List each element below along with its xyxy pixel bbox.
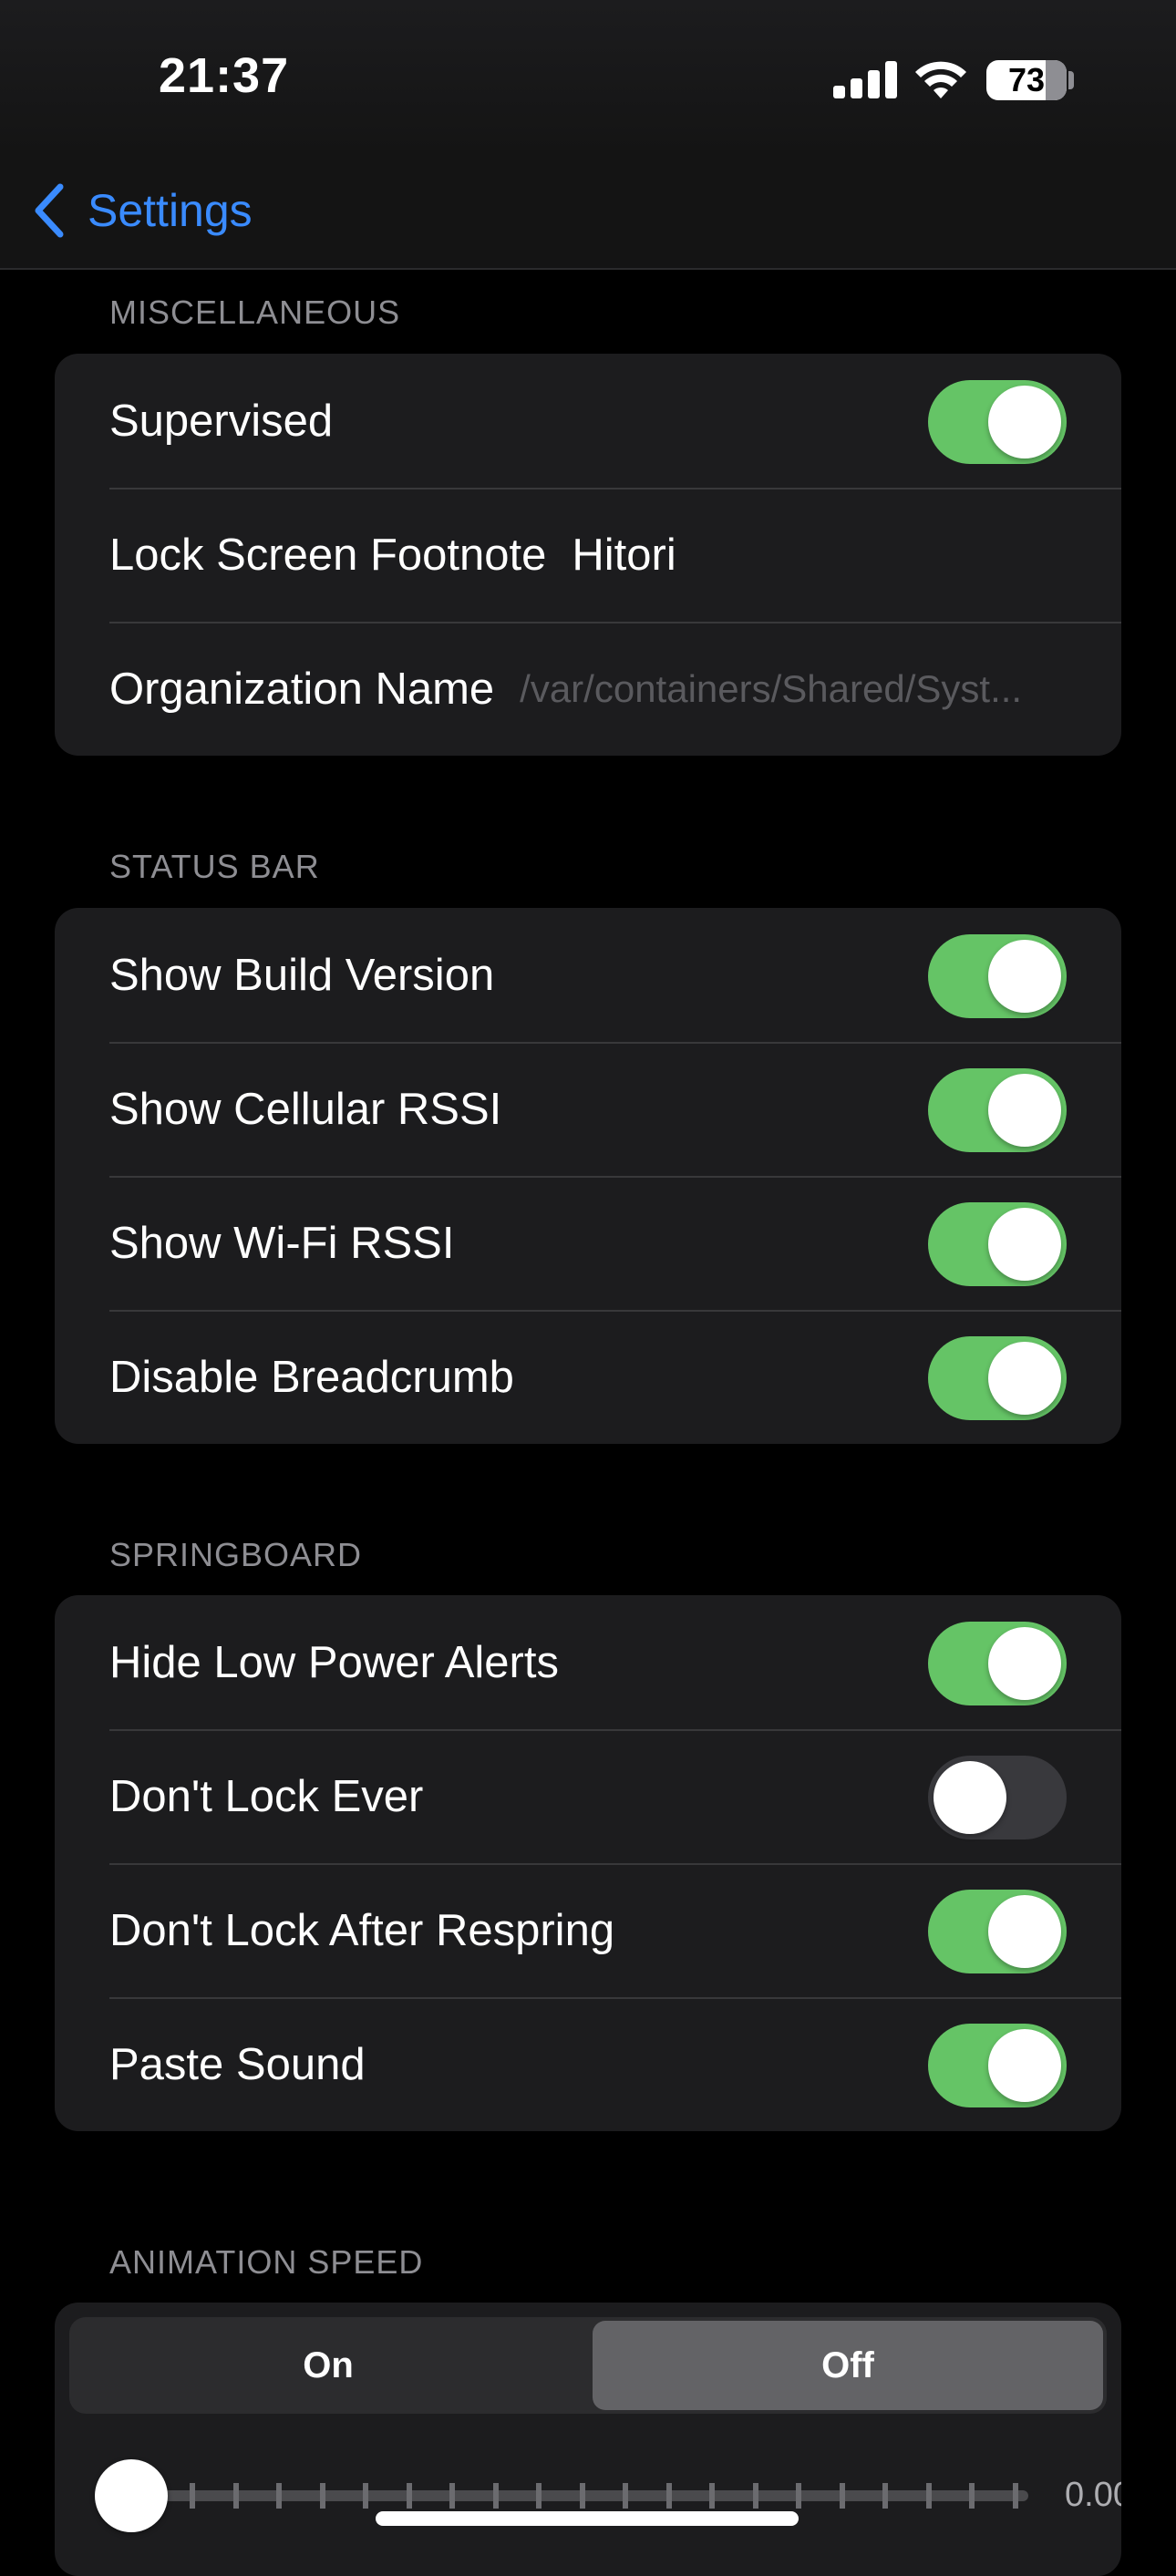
- row-dont-lock-after-respring: Don't Lock After Respring: [55, 1863, 1121, 1997]
- slider-tick: [969, 2483, 975, 2509]
- toggle-knob: [934, 1761, 1006, 1834]
- row-label: Show Build Version: [109, 950, 495, 1000]
- row-dont-lock-ever: Don't Lock Ever: [55, 1729, 1121, 1863]
- row-show-wifi-rssi: Show Wi-Fi RSSI: [55, 1176, 1121, 1310]
- slider-tick: [709, 2483, 715, 2509]
- cellular-signal-icon: [833, 60, 897, 98]
- slider-tick: [319, 2483, 325, 2509]
- row-disable-breadcrumb: Disable Breadcrumb: [55, 1310, 1121, 1444]
- row-show-build-version: Show Build Version: [55, 908, 1121, 1042]
- status-bar: 21:37 73: [0, 0, 1176, 155]
- slider-tick: [839, 2483, 845, 2509]
- dont-lock-after-respring-toggle[interactable]: [928, 1890, 1067, 1973]
- row-label: Organization Name: [109, 664, 495, 714]
- section-header-miscellaneous: MISCELLANEOUS: [109, 294, 401, 331]
- supervised-toggle[interactable]: [928, 380, 1067, 464]
- wifi-icon: [915, 61, 966, 98]
- slider-thumb[interactable]: [95, 2459, 168, 2532]
- animation-speed-group: On Off 0.00: [55, 2303, 1121, 2576]
- toggle-knob: [988, 1342, 1061, 1415]
- row-show-cellular-rssi: Show Cellular RSSI: [55, 1042, 1121, 1176]
- row-label: Hide Low Power Alerts: [109, 1637, 559, 1687]
- section-header-status-bar: STATUS BAR: [109, 848, 320, 885]
- animation-speed-slider[interactable]: [135, 2483, 1028, 2509]
- row-label: Don't Lock Ever: [109, 1771, 424, 1821]
- toggle-knob: [988, 2029, 1061, 2102]
- slider-tick: [752, 2483, 758, 2509]
- miscellaneous-group: Supervised Lock Screen Footnote Hitori O…: [55, 354, 1121, 756]
- slider-tick: [882, 2483, 888, 2509]
- row-supervised: Supervised: [55, 354, 1121, 488]
- slider-tick: [925, 2483, 932, 2509]
- row-label: Disable Breadcrumb: [109, 1352, 514, 1402]
- show-cellular-rssi-toggle[interactable]: [928, 1068, 1067, 1152]
- slider-tick: [190, 2483, 195, 2509]
- back-button[interactable]: Settings: [31, 179, 253, 242]
- slider-tick: [232, 2483, 239, 2509]
- toggle-knob: [988, 1208, 1061, 1281]
- show-wifi-rssi-toggle[interactable]: [928, 1202, 1067, 1286]
- row-hide-low-power-alerts: Hide Low Power Alerts: [55, 1595, 1121, 1729]
- segment-off[interactable]: Off: [593, 2321, 1103, 2410]
- home-indicator: [376, 2511, 799, 2526]
- slider-tick: [665, 2483, 672, 2509]
- row-label: Don't Lock After Respring: [109, 1905, 615, 1955]
- show-build-version-toggle[interactable]: [928, 934, 1067, 1018]
- row-label: Paste Sound: [109, 2039, 366, 2089]
- section-header-animation-speed: ANIMATION SPEED: [109, 2243, 424, 2281]
- dont-lock-ever-toggle[interactable]: [928, 1756, 1067, 1839]
- toggle-knob: [988, 1895, 1061, 1968]
- animation-segmented-control: On Off: [69, 2317, 1107, 2414]
- toggle-knob: [988, 1074, 1061, 1147]
- springboard-group: Hide Low Power Alerts Don't Lock Ever Do…: [55, 1595, 1121, 2131]
- row-paste-sound: Paste Sound: [55, 1997, 1121, 2131]
- battery-cap: [1068, 71, 1074, 89]
- section-header-springboard: SPRINGBOARD: [109, 1536, 363, 1573]
- slider-tick: [406, 2483, 412, 2509]
- slider-tick: [796, 2483, 801, 2509]
- chevron-left-icon: [35, 183, 64, 238]
- row-label: Lock Screen Footnote: [109, 530, 547, 580]
- organization-name-field[interactable]: /var/containers/Shared/Syst...: [520, 667, 1067, 711]
- toggle-knob: [988, 940, 1061, 1013]
- slider-tick: [579, 2483, 585, 2509]
- row-organization-name: Organization Name /var/containers/Shared…: [55, 622, 1121, 756]
- toggle-knob: [988, 1627, 1061, 1700]
- slider-tick: [623, 2483, 628, 2509]
- row-lock-screen-footnote: Lock Screen Footnote Hitori: [55, 488, 1121, 622]
- slider-tick: [1012, 2483, 1018, 2509]
- slider-tick: [276, 2483, 282, 2509]
- segment-on[interactable]: On: [73, 2321, 583, 2410]
- battery-level: 73: [1007, 61, 1046, 98]
- slider-value: 0.00: [1065, 2476, 1121, 2514]
- battery-icon: 73: [986, 60, 1067, 100]
- disable-breadcrumb-toggle[interactable]: [928, 1336, 1067, 1420]
- slider-tick: [536, 2483, 542, 2509]
- status-time: 21:37: [159, 48, 290, 103]
- slider-tick: [449, 2483, 455, 2509]
- hide-low-power-alerts-toggle[interactable]: [928, 1622, 1067, 1705]
- row-label: Show Wi-Fi RSSI: [109, 1218, 455, 1268]
- row-label: Show Cellular RSSI: [109, 1084, 502, 1134]
- row-label: Supervised: [109, 396, 334, 446]
- back-button-label: Settings: [88, 185, 253, 236]
- lock-screen-footnote-field[interactable]: Hitori: [572, 530, 676, 581]
- status-bar-group: Show Build Version Show Cellular RSSI Sh…: [55, 908, 1121, 1444]
- slider-tick: [492, 2483, 499, 2509]
- paste-sound-toggle[interactable]: [928, 2024, 1067, 2107]
- toggle-knob: [988, 386, 1061, 459]
- slider-tick: [363, 2483, 368, 2509]
